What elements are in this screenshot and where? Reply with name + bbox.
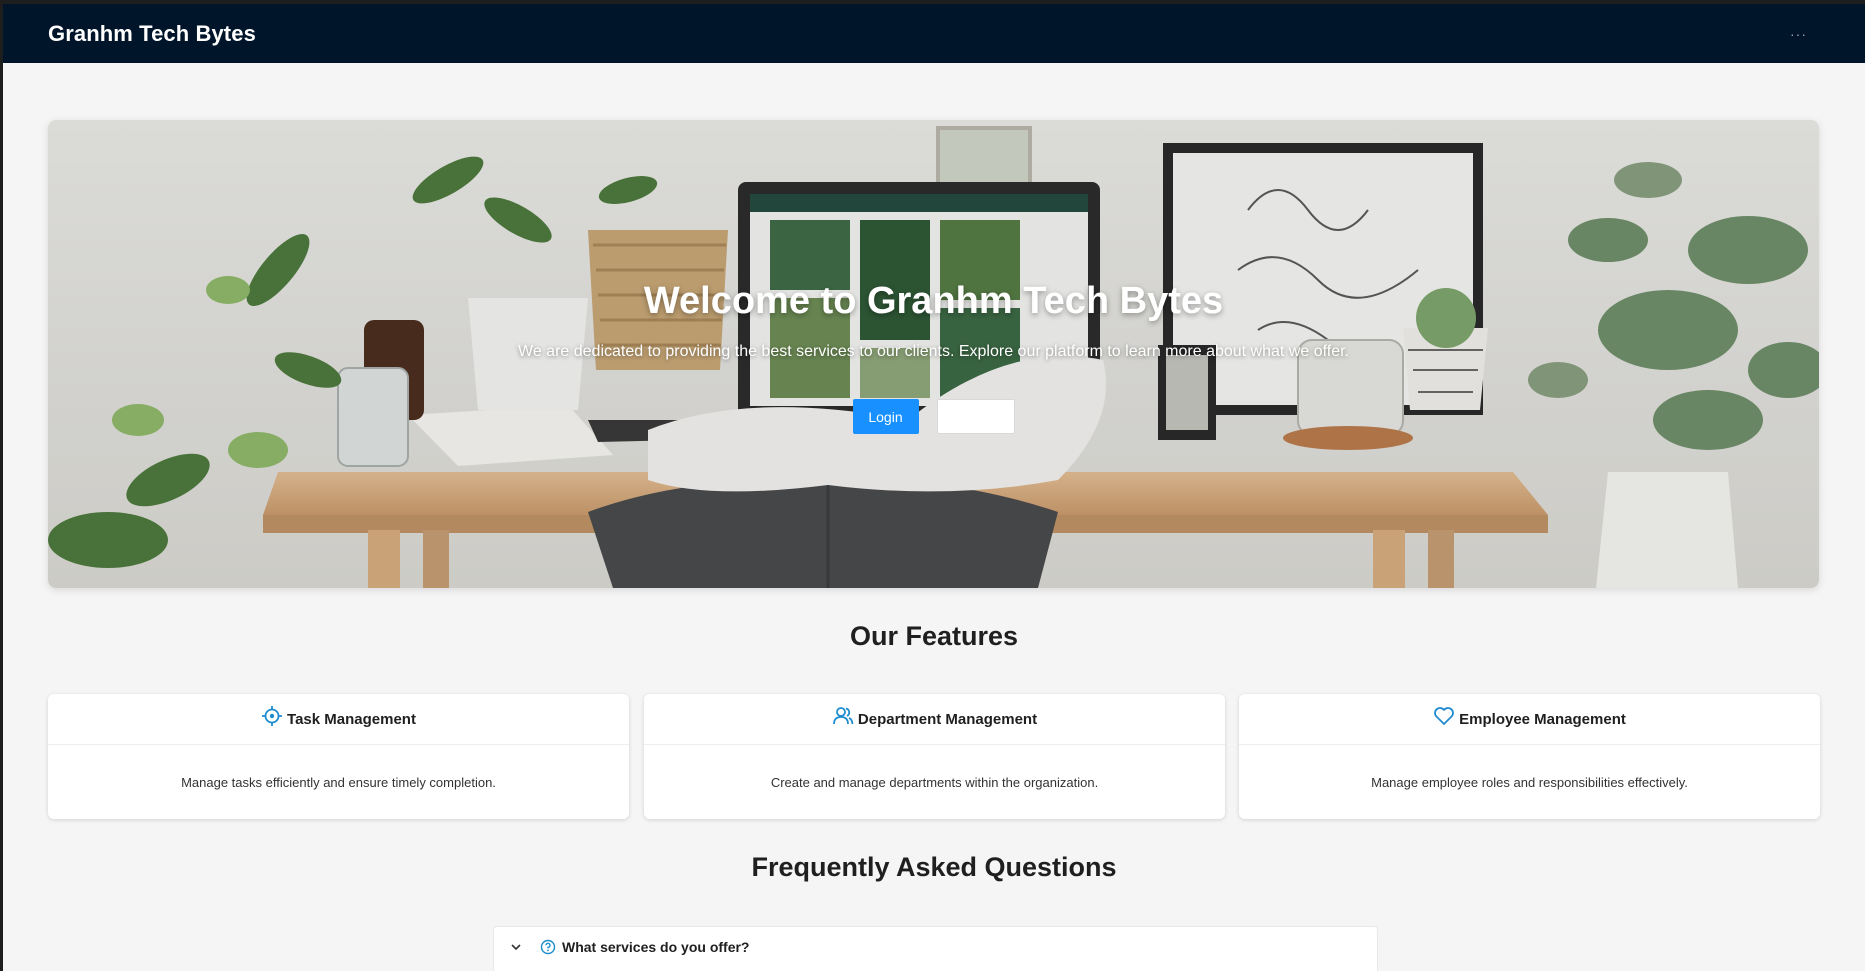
hero-banner: Welcome to Granhm Tech Bytes We are dedi… [48, 120, 1819, 588]
hero-content: Welcome to Granhm Tech Bytes We are dedi… [48, 120, 1819, 588]
feature-card-header: Task Management [48, 694, 629, 745]
feature-card-title: Task Management [287, 710, 416, 728]
ellipsis-icon[interactable]: ··· [1790, 26, 1807, 42]
faq-question: What services do you offer? [562, 939, 750, 955]
top-navbar: Granhm Tech Bytes ··· [3, 4, 1865, 63]
feature-card-employee-management: Employee Management Manage employee role… [1239, 694, 1820, 819]
feature-card-description: Manage employee roles and responsibiliti… [1371, 774, 1688, 790]
feature-card-description: Manage tasks efficiently and ensure time… [181, 774, 496, 790]
question-circle-icon [540, 939, 556, 955]
features-title: Our Features [849, 621, 1019, 651]
brand-title[interactable]: Granhm Tech Bytes [48, 21, 256, 47]
hero-title: Welcome to Granhm Tech Bytes [643, 280, 1224, 322]
feature-card-task-management: Task Management Manage tasks efficiently… [48, 694, 629, 819]
page: Granhm Tech Bytes ··· Welcome to Granhm … [3, 4, 1865, 971]
faq-item[interactable]: What services do you offer? [493, 926, 1378, 971]
feature-card-description: Create and manage departments within the… [770, 774, 1099, 790]
feature-card-title: Department Management [857, 710, 1038, 728]
hero-subtitle: We are dedicated to providing the best s… [518, 343, 1349, 360]
browser-frame: Granhm Tech Bytes ··· Welcome to Granhm … [0, 0, 1865, 971]
feature-card-department-management: Department Management Create and manage … [644, 694, 1225, 819]
faq-item-header[interactable]: What services do you offer? [494, 927, 1377, 967]
login-button[interactable]: Login [852, 399, 919, 434]
feature-card-header: Employee Management [1239, 694, 1820, 745]
aim-icon [261, 705, 283, 727]
team-icon [832, 705, 854, 727]
heart-icon [1433, 705, 1455, 727]
secondary-button[interactable] [936, 399, 1015, 434]
faq-title: Frequently Asked Questions [751, 852, 1117, 882]
chevron-down-icon[interactable] [508, 939, 524, 955]
feature-card-header: Department Management [644, 694, 1225, 745]
feature-card-title: Employee Management [1459, 710, 1626, 728]
hero-actions: Login [852, 399, 1015, 434]
